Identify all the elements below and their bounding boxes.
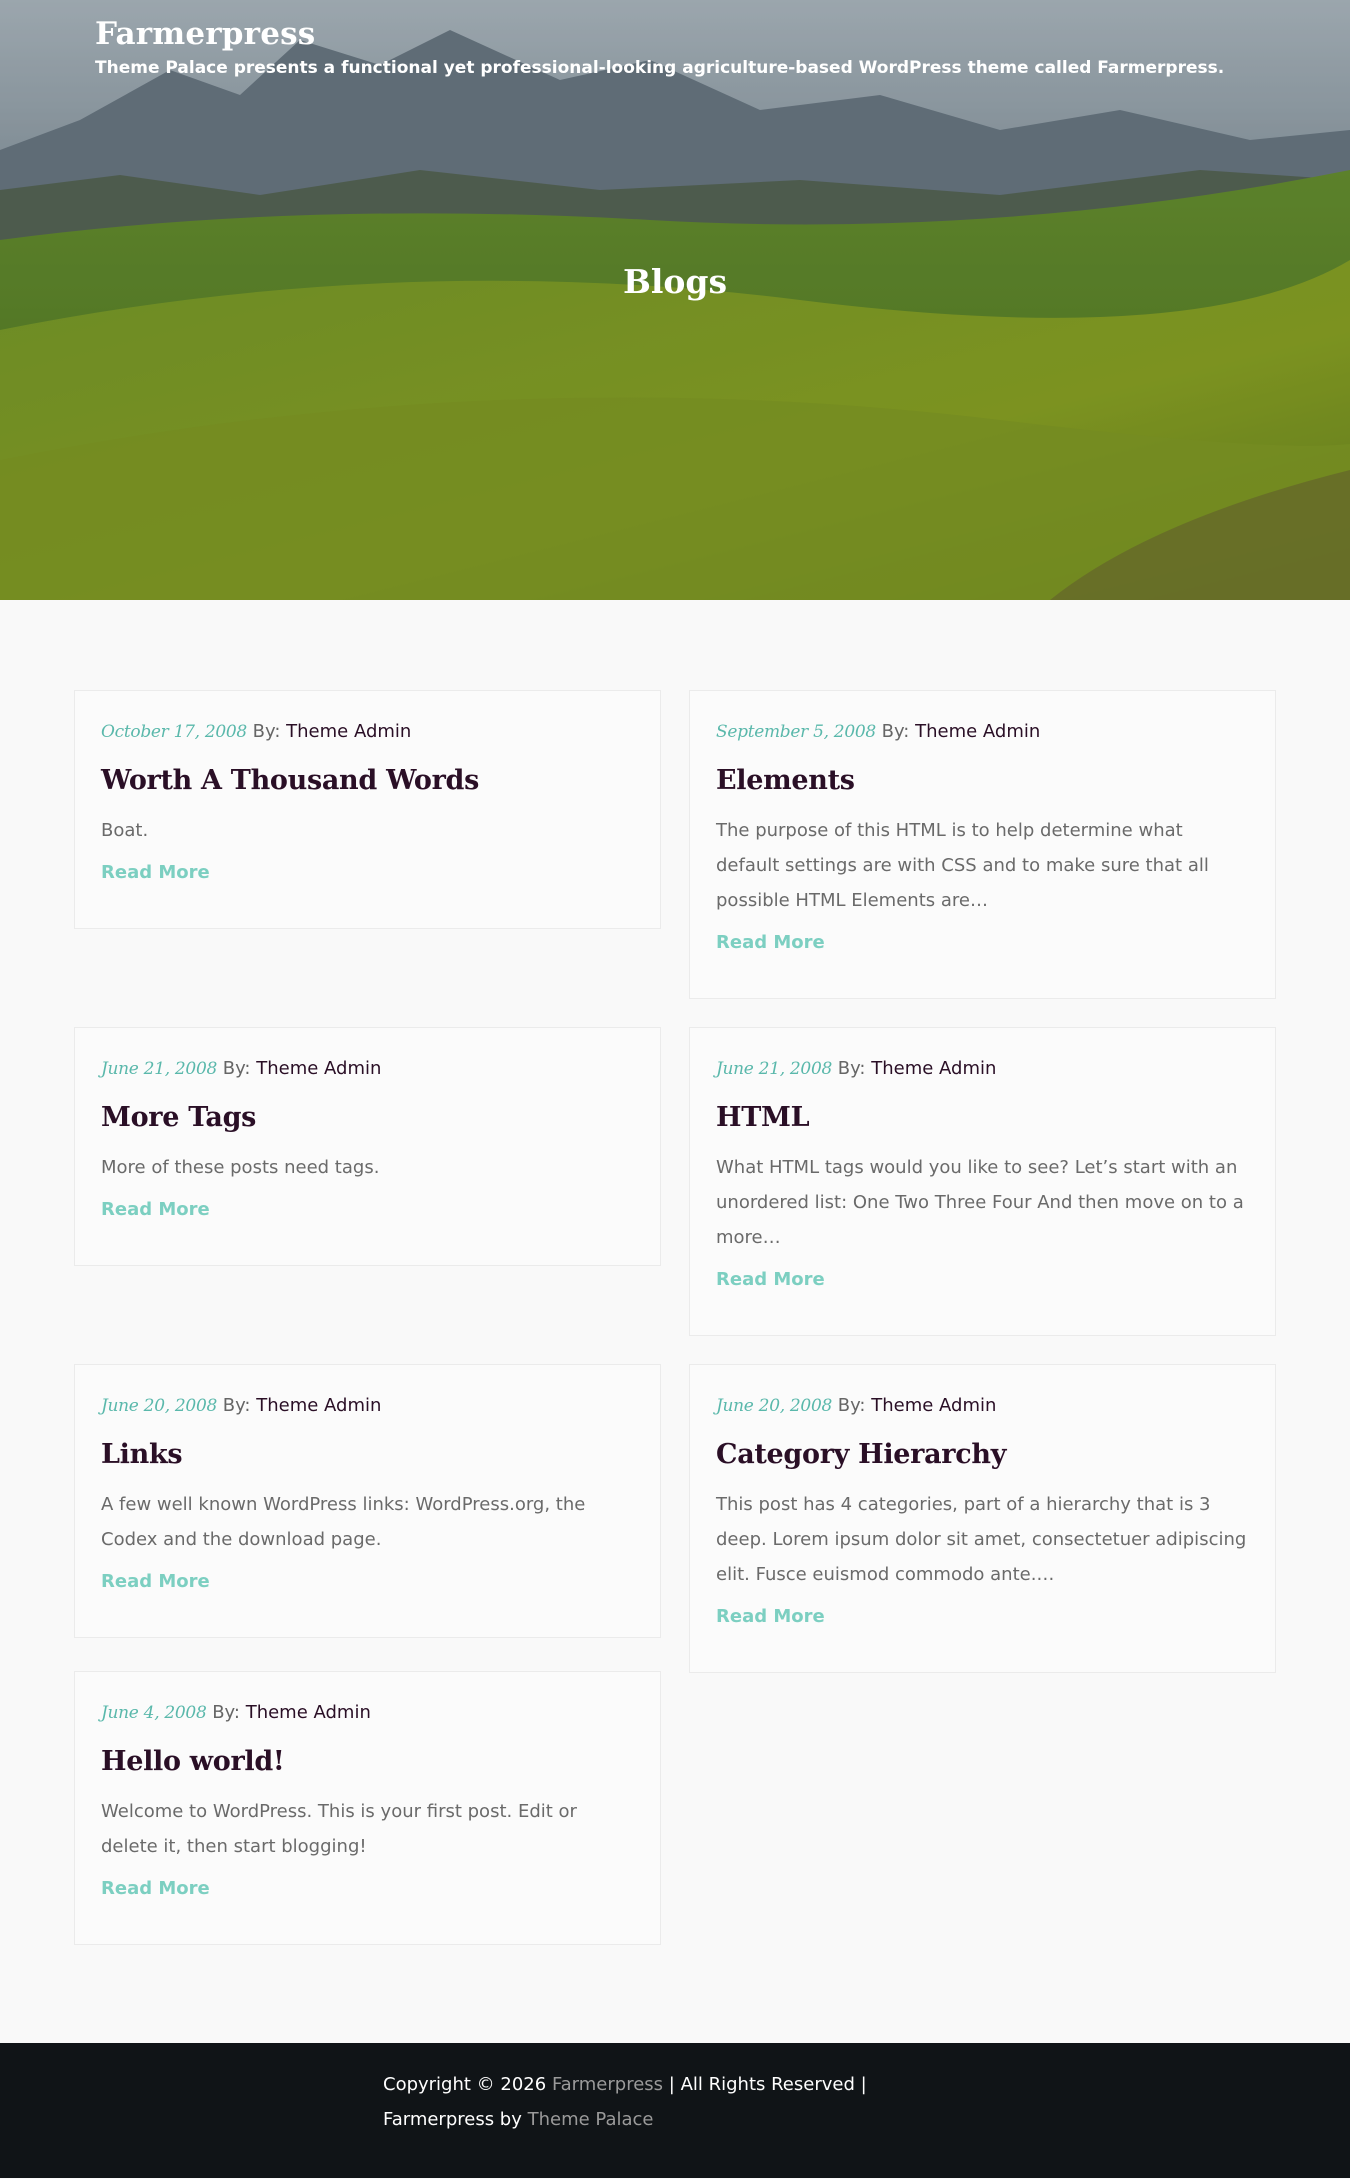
read-more-link[interactable]: Read More bbox=[716, 1269, 825, 1290]
read-more-link[interactable]: Read More bbox=[716, 1606, 825, 1627]
entry-meta: June 20, 2008 By: Theme Admin bbox=[101, 1394, 634, 1418]
author-link[interactable]: Theme Admin bbox=[286, 721, 411, 742]
post-title: HTML bbox=[716, 1101, 1249, 1135]
card-gap bbox=[74, 929, 661, 1027]
card-gap bbox=[74, 1638, 661, 1671]
copyright-text: Copyright © 2026 bbox=[383, 2074, 547, 2095]
post-excerpt: A few well known WordPress links: WordPr… bbox=[101, 1494, 586, 1550]
author-link[interactable]: Theme Admin bbox=[256, 1395, 381, 1416]
blog-content: October 17, 2008 By: Theme Admin Worth A… bbox=[0, 600, 1350, 2043]
post-grid: October 17, 2008 By: Theme Admin Worth A… bbox=[74, 690, 1276, 1945]
page-title: Blogs bbox=[622, 262, 728, 301]
read-more-link[interactable]: Read More bbox=[101, 1878, 210, 1899]
post-title: Worth A Thousand Words bbox=[101, 764, 634, 798]
entry-meta: June 20, 2008 By: Theme Admin bbox=[716, 1394, 1249, 1418]
by-label: By: bbox=[222, 1058, 251, 1079]
post-title-link[interactable]: Links bbox=[101, 1439, 183, 1470]
read-more-link[interactable]: Read More bbox=[101, 1199, 210, 1220]
hero-banner: Farmerpress Theme Palace presents a func… bbox=[0, 0, 1350, 600]
post-excerpt: Boat. bbox=[101, 820, 149, 841]
site-title-link[interactable]: Farmerpress bbox=[95, 16, 315, 52]
entry-meta: October 17, 2008 By: Theme Admin bbox=[101, 720, 634, 744]
card-gap bbox=[689, 1336, 1276, 1364]
entry-meta: June 21, 2008 By: Theme Admin bbox=[716, 1057, 1249, 1081]
post-column-right: September 5, 2008 By: Theme Admin Elemen… bbox=[689, 690, 1276, 1673]
author-link[interactable]: Theme Admin bbox=[915, 721, 1040, 742]
by-label: By: bbox=[212, 1702, 240, 1723]
post-title-link[interactable]: Elements bbox=[716, 765, 855, 796]
author-link[interactable]: Theme Admin bbox=[256, 1058, 381, 1079]
post-title-link[interactable]: Worth A Thousand Words bbox=[101, 765, 479, 796]
post-card: June 4, 2008 By: Theme Admin Hello world… bbox=[74, 1671, 661, 1945]
post-title-link[interactable]: Hello world! bbox=[101, 1746, 285, 1777]
entry-meta: June 4, 2008 By: Theme Admin bbox=[101, 1701, 634, 1725]
post-title: More Tags bbox=[101, 1101, 634, 1135]
read-more-link[interactable]: Read More bbox=[101, 862, 210, 883]
post-title-link[interactable]: HTML bbox=[716, 1102, 810, 1133]
theme-author-link[interactable]: Theme Palace bbox=[528, 2109, 654, 2130]
post-card: June 20, 2008 By: Theme Admin Links A fe… bbox=[74, 1364, 661, 1638]
post-title-link[interactable]: More Tags bbox=[101, 1102, 256, 1133]
read-more-link[interactable]: Read More bbox=[101, 1571, 210, 1592]
author-link[interactable]: Theme Admin bbox=[871, 1395, 996, 1416]
entry-meta: September 5, 2008 By: Theme Admin bbox=[716, 720, 1249, 744]
post-column-left: October 17, 2008 By: Theme Admin Worth A… bbox=[74, 690, 661, 1945]
post-excerpt: More of these posts need tags. bbox=[101, 1157, 380, 1178]
footer-site-link[interactable]: Farmerpress bbox=[552, 2074, 663, 2095]
post-card: June 21, 2008 By: Theme Admin HTML What … bbox=[689, 1027, 1276, 1336]
author-link[interactable]: Theme Admin bbox=[871, 1058, 996, 1079]
post-excerpt: The purpose of this HTML is to help dete… bbox=[716, 820, 1209, 911]
post-date-link[interactable]: June 21, 2008 bbox=[101, 1059, 217, 1079]
site-footer: Copyright © 2026 Farmerpress | All Right… bbox=[0, 2043, 1350, 2178]
read-more-link[interactable]: Read More bbox=[716, 932, 825, 953]
post-date-link[interactable]: June 20, 2008 bbox=[716, 1396, 832, 1416]
card-gap bbox=[74, 1266, 661, 1364]
site-info: Copyright © 2026 Farmerpress | All Right… bbox=[383, 2067, 1350, 2137]
post-date-link[interactable]: October 17, 2008 bbox=[101, 722, 247, 742]
post-title-link[interactable]: Category Hierarchy bbox=[716, 1439, 1006, 1470]
post-title: Category Hierarchy bbox=[716, 1438, 1249, 1472]
post-date-link[interactable]: June 4, 2008 bbox=[101, 1703, 207, 1723]
theme-credit-line: Farmerpress by Theme Palace bbox=[383, 2102, 1350, 2137]
post-excerpt: This post has 4 categories, part of a hi… bbox=[716, 1494, 1247, 1585]
by-label: By: bbox=[252, 721, 281, 742]
copyright-line: Copyright © 2026 Farmerpress | All Right… bbox=[383, 2067, 1350, 2102]
post-date-link[interactable]: June 21, 2008 bbox=[716, 1059, 832, 1079]
site-description: Theme Palace presents a functional yet p… bbox=[95, 58, 1225, 78]
post-card: October 17, 2008 By: Theme Admin Worth A… bbox=[74, 690, 661, 929]
by-label: By: bbox=[837, 1058, 866, 1079]
post-card: June 20, 2008 By: Theme Admin Category H… bbox=[689, 1364, 1276, 1673]
post-date-link[interactable]: June 20, 2008 bbox=[101, 1396, 217, 1416]
author-link[interactable]: Theme Admin bbox=[246, 1702, 371, 1723]
post-card: September 5, 2008 By: Theme Admin Elemen… bbox=[689, 690, 1276, 999]
post-date-link[interactable]: September 5, 2008 bbox=[716, 722, 876, 742]
post-title: Hello world! bbox=[101, 1745, 634, 1779]
card-gap bbox=[689, 999, 1276, 1027]
theme-credit-text: Farmerpress by bbox=[383, 2109, 522, 2130]
site-branding: Farmerpress Theme Palace presents a func… bbox=[95, 16, 1224, 78]
by-label: By: bbox=[837, 1395, 866, 1416]
post-card: June 21, 2008 By: Theme Admin More Tags … bbox=[74, 1027, 661, 1266]
post-excerpt: Welcome to WordPress. This is your first… bbox=[101, 1801, 577, 1857]
post-title: Elements bbox=[716, 764, 1249, 798]
rights-text: | All Rights Reserved | bbox=[668, 2074, 867, 2095]
post-excerpt: What HTML tags would you like to see? Le… bbox=[716, 1157, 1244, 1248]
entry-meta: June 21, 2008 By: Theme Admin bbox=[101, 1057, 634, 1081]
by-label: By: bbox=[881, 721, 910, 742]
by-label: By: bbox=[222, 1395, 251, 1416]
post-title: Links bbox=[101, 1438, 634, 1472]
